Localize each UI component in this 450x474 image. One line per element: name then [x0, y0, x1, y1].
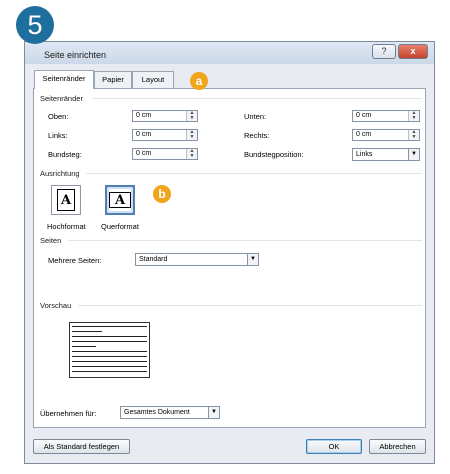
margins-section-label: Seitenränder [40, 94, 83, 103]
pages-section-label: Seiten [40, 236, 62, 245]
mehrere-seiten-value: Standard [139, 256, 168, 263]
chevron-down-icon[interactable]: ▼ [208, 407, 219, 418]
spin-updown-icon[interactable]: ▲ ▼ [186, 149, 197, 159]
bundsteg-spinner[interactable]: 0 cm ▲ ▼ [132, 148, 198, 160]
apply-to-select[interactable]: Gesamtes Dokument ▼ [120, 406, 220, 419]
chevron-down-icon[interactable]: ▼ [247, 254, 258, 265]
portrait-page-icon: A [57, 189, 75, 211]
preview-text-line [72, 361, 147, 362]
label-mehrere-seiten: Mehrere Seiten: [48, 256, 102, 265]
section-divider [68, 240, 422, 241]
label-rechts: Rechts: [244, 131, 270, 140]
spin-updown-icon[interactable]: ▲ ▼ [186, 111, 197, 121]
ok-button[interactable]: OK [306, 439, 362, 454]
dialog-title: Seite einrichten [44, 50, 107, 60]
unten-spinner[interactable]: 0 cm ▲ ▼ [352, 110, 420, 122]
label-unten: Unten: [244, 112, 267, 121]
portrait-glyph: A [60, 192, 72, 208]
preview-text-line [72, 336, 147, 337]
label-apply-to: Übernehmen für: [40, 409, 97, 418]
mehrere-seiten-select[interactable]: Standard ▼ [135, 253, 259, 266]
landscape-page-icon: A [109, 192, 131, 208]
landscape-label: Querformat [101, 222, 139, 231]
links-spinner[interactable]: 0 cm ▲ ▼ [132, 129, 198, 141]
orientation-section-label: Ausrichtung [40, 169, 80, 178]
section-divider [86, 173, 422, 174]
section-divider [78, 305, 422, 306]
help-button[interactable]: ? [372, 44, 396, 59]
label-bundstegposition: Bundstegposition: [244, 150, 304, 159]
tab-seitenraender[interactable]: Seitenränder [34, 70, 94, 89]
section-divider [92, 98, 422, 99]
label-bundsteg: Bundsteg: [48, 150, 82, 159]
annotation-marker-a: a [190, 72, 208, 90]
spin-updown-icon[interactable]: ▲ ▼ [408, 130, 419, 140]
spin-updown-icon[interactable]: ▲ ▼ [408, 111, 419, 121]
preview-text-line [72, 371, 147, 372]
preview-text-line [72, 346, 96, 347]
oben-value: 0 cm [136, 112, 152, 119]
chevron-down-icon[interactable]: ▼ [408, 149, 419, 160]
preview-text-line [72, 356, 147, 357]
close-button[interactable]: x [398, 44, 428, 59]
bundstegposition-select[interactable]: Links ▼ [352, 148, 420, 161]
preview-page-thumbnail [69, 322, 150, 378]
preview-text-line [72, 366, 147, 367]
links-value: 0 cm [136, 131, 152, 138]
preview-text-line [72, 331, 102, 332]
oben-spinner[interactable]: 0 cm ▲ ▼ [132, 110, 198, 122]
portrait-button[interactable]: A [51, 185, 81, 215]
preview-section-label: Vorschau [40, 301, 72, 310]
rechts-spinner[interactable]: 0 cm ▲ ▼ [352, 129, 420, 141]
portrait-label: Hochformat [47, 222, 86, 231]
spin-updown-icon[interactable]: ▲ ▼ [186, 130, 197, 140]
bundstegposition-value: Links [356, 151, 373, 158]
rechts-value: 0 cm [356, 131, 372, 138]
unten-value: 0 cm [356, 112, 372, 119]
step-number-badge: 5 [16, 6, 54, 44]
cancel-button[interactable]: Abbrechen [369, 439, 426, 454]
apply-to-value: Gesamtes Dokument [124, 409, 190, 416]
label-links: Links: [48, 131, 68, 140]
label-oben: Oben: [48, 112, 69, 121]
title-bar: Seite einrichten ? x [25, 42, 434, 64]
preview-text-line [72, 341, 147, 342]
set-as-default-button[interactable]: Als Standard festlegen [33, 439, 130, 454]
annotation-marker-b: b [153, 185, 171, 203]
preview-text-line [72, 326, 147, 327]
landscape-button[interactable]: A [105, 185, 135, 215]
tab-papier[interactable]: Papier [94, 71, 132, 88]
landscape-glyph: A [114, 192, 126, 208]
page-setup-dialog: Seite einrichten ? x Seitenränder Papier… [24, 41, 435, 464]
tab-layout[interactable]: Layout [132, 71, 174, 88]
preview-text-line [72, 351, 147, 352]
bundsteg-value: 0 cm [136, 150, 152, 157]
